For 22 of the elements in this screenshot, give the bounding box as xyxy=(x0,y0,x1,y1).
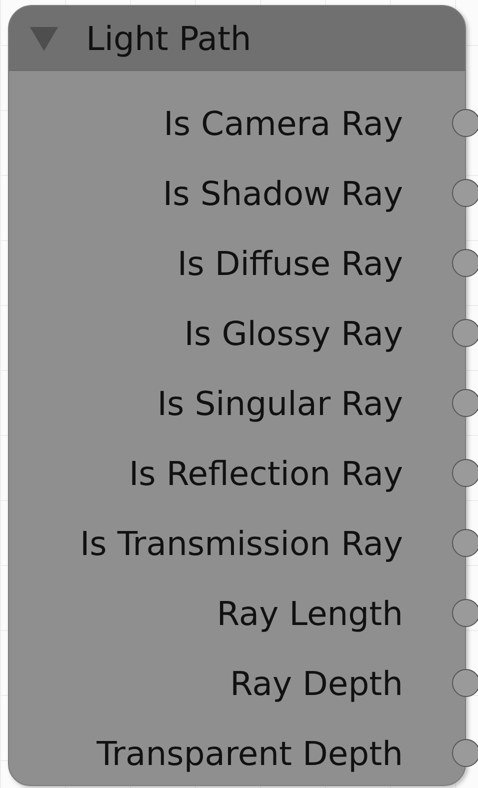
output-label: Is Shadow Ray xyxy=(162,174,403,212)
output-socket[interactable] xyxy=(452,109,478,137)
output-socket[interactable] xyxy=(452,319,478,347)
output-label: Is Singular Ray xyxy=(157,384,403,422)
output-label: Is Diffuse Ray xyxy=(177,244,403,282)
output-label: Is Transmission Ray xyxy=(80,524,403,562)
output-socket[interactable] xyxy=(452,599,478,627)
output-label: Is Camera Ray xyxy=(164,104,403,142)
output-socket[interactable] xyxy=(452,389,478,417)
output-label: Transparent Depth xyxy=(96,734,403,772)
node-title: Light Path xyxy=(86,18,252,58)
output-label: Ray Length xyxy=(216,594,403,632)
output-label: Is Glossy Ray xyxy=(184,314,403,352)
output-socket[interactable] xyxy=(452,459,478,487)
collapse-toggle-icon[interactable] xyxy=(29,24,59,52)
output-label: Is Reflection Ray xyxy=(128,454,403,492)
output-socket[interactable] xyxy=(452,669,478,697)
output-socket[interactable] xyxy=(452,739,478,767)
output-label: Ray Depth xyxy=(230,664,403,702)
output-socket[interactable] xyxy=(452,529,478,557)
output-socket[interactable] xyxy=(452,179,478,207)
output-socket[interactable] xyxy=(452,249,478,277)
